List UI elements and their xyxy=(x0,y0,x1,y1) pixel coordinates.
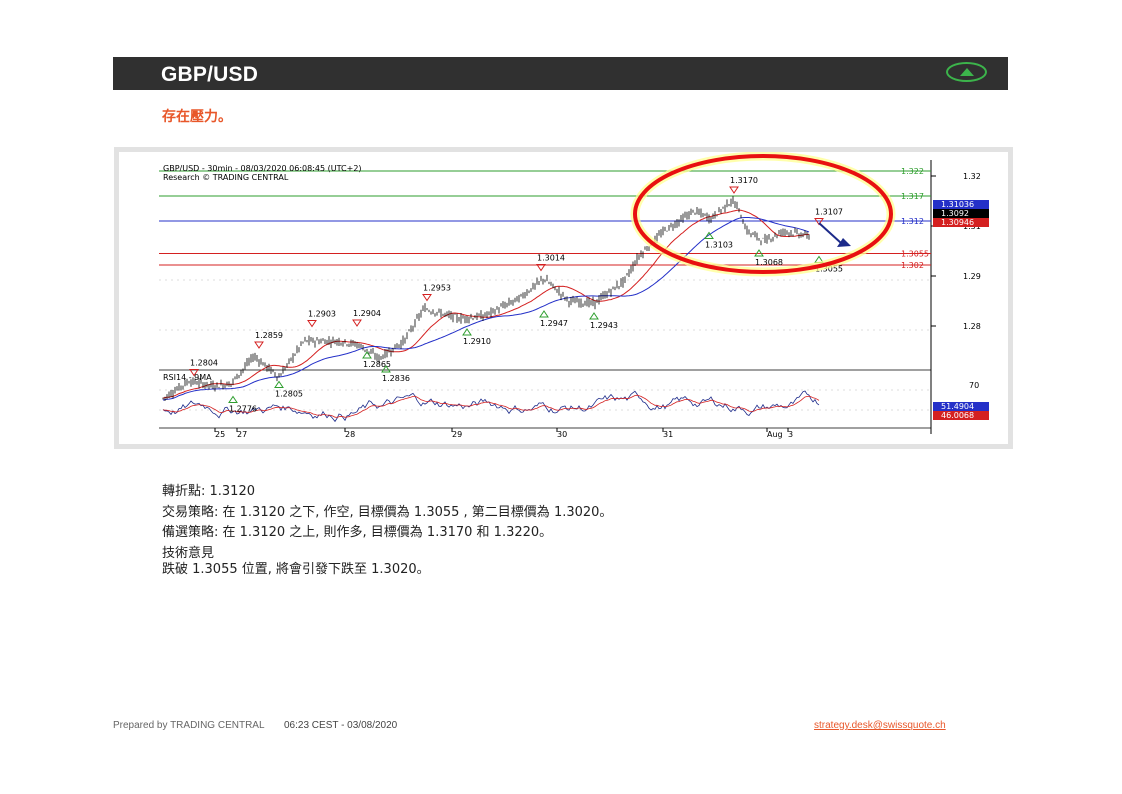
swing-high-label: 1.2903 xyxy=(308,310,336,319)
swing-high-label: 1.3107 xyxy=(815,208,843,217)
contact-email-link[interactable]: strategy.desk@swissquote.ch xyxy=(814,720,946,731)
price-tag: 1.31036 xyxy=(941,200,974,209)
x-tick-label: 29 xyxy=(452,430,462,439)
trading-strategy: 交易策略: 在 1.3120 之下, 作空, 目標價為 1.3055 , 第二目… xyxy=(162,505,613,520)
swing-high-marker xyxy=(422,294,432,302)
price-chart: 1.322 1.317 1.312 1.3055 1.302 1.2804 1.2859 1… xyxy=(119,151,1008,444)
swing-low-marker xyxy=(462,328,472,336)
swing-low-label: 1.2910 xyxy=(463,337,491,346)
indicator-label: RSI14 - 9MA xyxy=(163,373,212,382)
chart-research-label: Research © TRADING CENTRAL xyxy=(163,173,289,182)
x-tick-label: 3 xyxy=(788,430,793,439)
price-axis-label: 1.32 xyxy=(963,172,981,181)
swing-low-label: 1.3103 xyxy=(705,241,733,250)
swing-low-label: 1.2776 xyxy=(229,405,257,414)
swing-low-label: 1.2943 xyxy=(590,321,618,330)
forecast-arrow xyxy=(818,222,851,247)
swing-high-label: 1.3170 xyxy=(730,176,758,185)
x-tick-label: 28 xyxy=(345,430,355,439)
swing-high-label: 1.2904 xyxy=(353,309,381,318)
price-tag: 1.30946 xyxy=(941,218,974,227)
header-bar: GBP/USD xyxy=(113,57,1008,90)
x-tick-label: Aug xyxy=(767,430,783,439)
level-label: 1.322 xyxy=(901,167,924,176)
x-tick-label: 31 xyxy=(663,430,673,439)
rsi-ma-line xyxy=(162,394,820,418)
rsi-axis-label: 70 xyxy=(969,381,979,390)
rsi-tag: 46.0068 xyxy=(941,411,974,420)
swing-low-label: 1.2805 xyxy=(275,390,303,399)
x-tick-label: 30 xyxy=(557,430,567,439)
chart-title: GBP/USD - 30min - 08/03/2020 06:08:45 (U… xyxy=(163,164,362,173)
swing-low-marker xyxy=(274,380,284,388)
rsi-line xyxy=(162,390,820,423)
swing-high-marker xyxy=(729,186,739,194)
swing-high-label: 1.2953 xyxy=(423,284,451,293)
swing-high-label: 1.3014 xyxy=(537,254,565,263)
swing-high-marker xyxy=(307,320,317,328)
prepared-by: Prepared by TRADING CENTRAL xyxy=(113,720,265,731)
level-label: 1.302 xyxy=(901,261,924,270)
chart-svg: 1.322 1.317 1.312 1.3055 1.302 1.2804 1.2859 1… xyxy=(159,151,989,439)
report-timestamp: 06:23 CEST - 03/08/2020 xyxy=(284,720,398,731)
alternative-strategy: 備選策略: 在 1.3120 之上, 則作多, 目標價為 1.3170 和 1.… xyxy=(162,525,553,540)
technical-opinion: 跌破 1.3055 位置, 將會引發下跌至 1.3020。 xyxy=(162,562,430,577)
swing-low-marker xyxy=(362,351,372,359)
level-label: 1.312 xyxy=(901,217,924,226)
swing-low-marker xyxy=(228,395,238,403)
swing-low-label: 1.3068 xyxy=(755,258,783,267)
price-tag: 1.3092 xyxy=(941,209,969,218)
swing-low-label: 1.2947 xyxy=(540,319,568,328)
chart-frame: 1.322 1.317 1.312 1.3055 1.302 1.2804 1.2859 1… xyxy=(114,147,1013,449)
pivot-point: 轉折點: 1.3120 xyxy=(162,484,255,499)
swing-high-label: 1.2859 xyxy=(255,331,283,340)
swing-low-label: 1.2836 xyxy=(382,374,410,383)
swing-low-marker xyxy=(539,310,549,318)
level-label: 1.3055 xyxy=(901,250,929,259)
price-axis-label: 1.29 xyxy=(963,272,981,281)
x-tick-label: 25 xyxy=(215,430,225,439)
swing-low-marker xyxy=(589,312,599,320)
rsi-tag: 51.4904 xyxy=(941,402,974,411)
swing-high-marker xyxy=(254,341,264,349)
price-axis-label: 1.28 xyxy=(963,322,981,331)
up-arrow-icon xyxy=(946,62,987,82)
swing-high-marker xyxy=(352,319,362,327)
x-tick-label: 27 xyxy=(237,430,247,439)
level-label: 1.317 xyxy=(901,192,924,201)
summary-headline: 存在壓力。 xyxy=(162,109,232,125)
instrument-title: GBP/USD xyxy=(161,63,259,86)
swing-high-label: 1.2804 xyxy=(190,359,218,368)
